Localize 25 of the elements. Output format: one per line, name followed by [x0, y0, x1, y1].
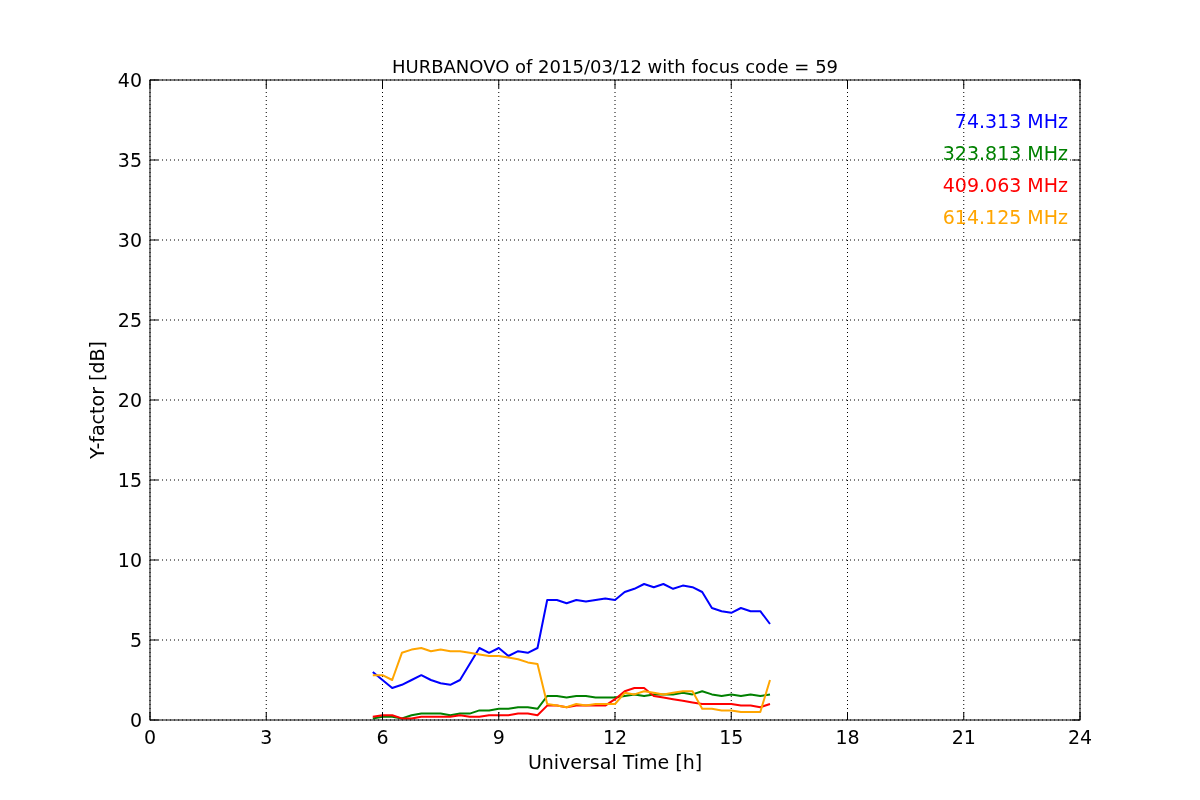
x-tick-label: 15 — [719, 726, 744, 748]
legend-label: 323.813 MHz — [942, 142, 1068, 164]
x-tick-label: 0 — [143, 726, 157, 748]
x-tick-label: 18 — [835, 726, 860, 748]
legend-label: 409.063 MHz — [942, 174, 1068, 196]
x-tick-label: 9 — [492, 726, 505, 748]
y-tick-label: 35 — [117, 149, 142, 171]
x-tick-label: 3 — [260, 726, 273, 748]
y-tick-label: 0 — [129, 709, 142, 731]
y-tick-label: 30 — [117, 229, 142, 251]
chart-title: HURBANOVO of 2015/03/12 with focus code = 59 — [391, 56, 839, 77]
y-tick-label: 5 — [129, 629, 142, 651]
y-tick-label: 40 — [117, 69, 142, 91]
y-tick-label: 25 — [117, 309, 142, 331]
y-tick-label: 20 — [117, 389, 142, 411]
x-tick-label: 21 — [951, 726, 976, 748]
legend-label: 74.313 MHz — [954, 110, 1068, 132]
y-axis-label: Y-factor [dB] — [86, 341, 108, 459]
y-tick-label: 15 — [117, 469, 142, 491]
x-tick-label: 12 — [602, 726, 628, 748]
y-tick-label: 10 — [117, 549, 142, 571]
x-tick-label: 24 — [1067, 726, 1093, 748]
x-tick-label: 6 — [376, 726, 389, 748]
legend-label: 614.125 MHz — [942, 206, 1068, 228]
x-axis-label: Universal Time [h] — [527, 751, 703, 773]
